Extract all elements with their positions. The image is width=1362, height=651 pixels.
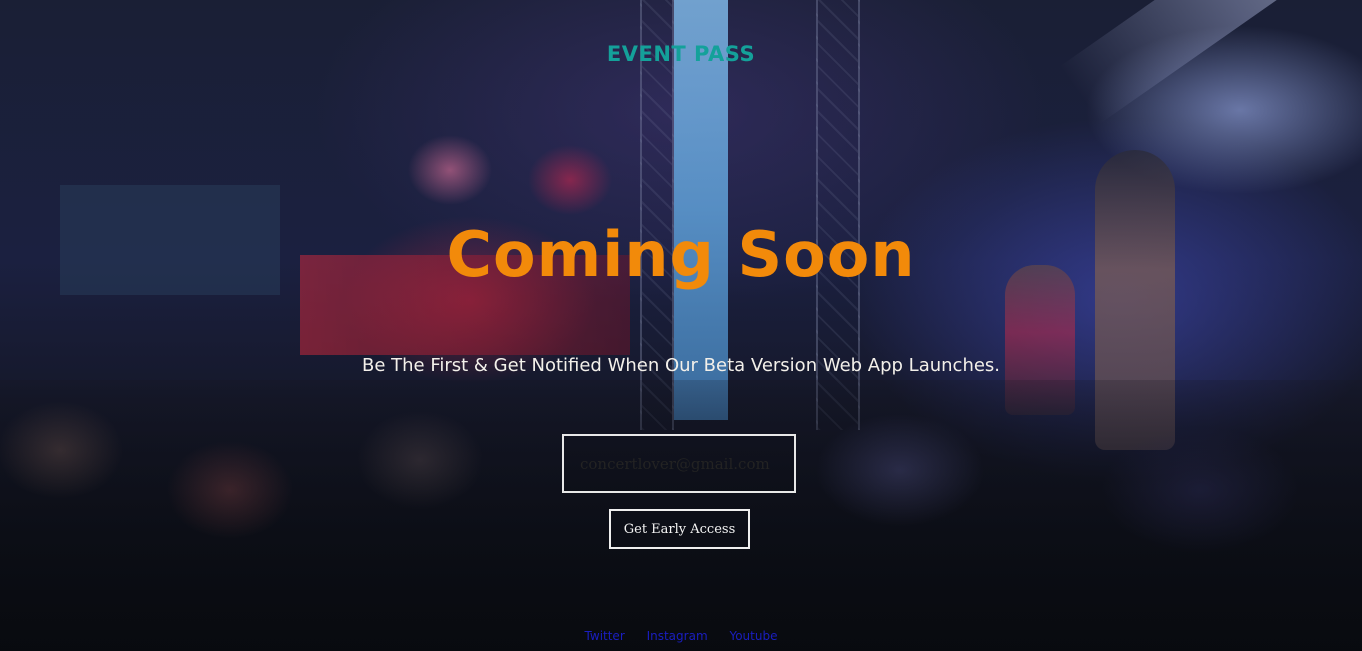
youtube-link[interactable]: Youtube [729, 629, 777, 643]
page-headline: Coming Soon [446, 218, 916, 291]
page-subtitle: Be The First & Get Notified When Our Bet… [361, 355, 1001, 376]
get-early-access-button[interactable]: Get Early Access [609, 509, 750, 549]
email-input[interactable] [562, 434, 796, 493]
twitter-link[interactable]: Twitter [585, 629, 625, 643]
instagram-link[interactable]: Instagram [647, 629, 708, 643]
brand-logo: EVENT PASS [606, 42, 756, 66]
social-links: Twitter Instagram Youtube [0, 629, 1362, 643]
